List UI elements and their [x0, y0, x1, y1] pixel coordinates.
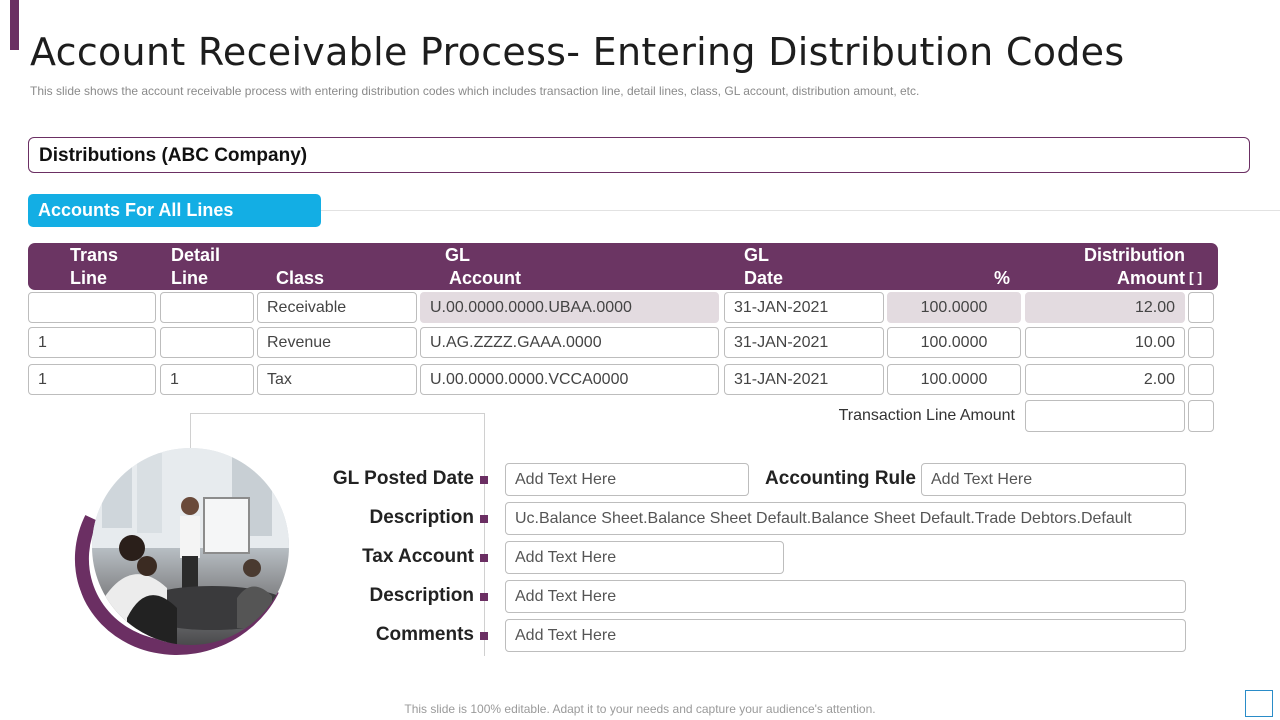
distributions-label: Distributions (ABC Company) — [39, 145, 308, 166]
th-distribution-amount: Distribution Amount — [1028, 244, 1185, 290]
description-label-1: Description — [369, 507, 474, 528]
th-gl-date-2: Date — [744, 268, 784, 288]
description-field-2[interactable]: Add Text Here — [505, 580, 1186, 613]
row3-class[interactable]: Tax — [257, 364, 417, 395]
th-percent: % — [994, 268, 1011, 288]
row1-class[interactable]: Receivable — [257, 292, 417, 323]
th-trans-line: Trans Line — [70, 244, 118, 290]
row1-select-box[interactable] — [1188, 292, 1214, 323]
th-trans-line-2: Line — [70, 268, 108, 288]
tax-account-label: Tax Account — [362, 546, 474, 567]
transaction-line-select-box[interactable] — [1188, 400, 1214, 432]
th-detail-line-1: Detail — [171, 245, 221, 265]
row1-gl-date[interactable]: 31-JAN-2021 — [724, 292, 884, 323]
tab-divider-line — [321, 210, 1280, 211]
row2-select-box[interactable] — [1188, 327, 1214, 358]
row2-percent[interactable]: 100.0000 — [887, 327, 1021, 358]
description-bullet-1 — [480, 515, 488, 523]
th-dist-amount-1: Distribution — [1084, 245, 1185, 265]
row2-detail-line[interactable] — [160, 327, 254, 358]
slide-subtitle: This slide shows the account receivable … — [30, 84, 920, 98]
row3-amount[interactable]: 2.00 — [1025, 364, 1185, 395]
th-gl-date: GL Date — [744, 244, 783, 290]
th-class: Class — [276, 268, 325, 288]
th-trans-line-1: Trans — [70, 245, 119, 265]
row3-gl-account[interactable]: U.00.0000.0000.VCCA0000 — [420, 364, 719, 395]
slide-title: Account Receivable Process- Entering Dis… — [30, 30, 1125, 74]
th-gl-account-1: GL — [445, 245, 470, 265]
connector-line-right — [484, 413, 485, 656]
row2-gl-account[interactable]: U.AG.ZZZZ.GAAA.0000 — [420, 327, 719, 358]
accounting-rule-field[interactable]: Add Text Here — [921, 463, 1186, 496]
description-label-2: Description — [369, 585, 474, 606]
comments-field[interactable]: Add Text Here — [505, 619, 1186, 652]
row2-amount[interactable]: 10.00 — [1025, 327, 1185, 358]
row1-trans-line[interactable] — [28, 292, 156, 323]
th-gl-account-2: Account — [449, 268, 521, 288]
tax-account-bullet — [480, 554, 488, 562]
row1-detail-line[interactable] — [160, 292, 254, 323]
th-bracket: [ ] — [1189, 269, 1203, 285]
row3-percent[interactable]: 100.0000 — [887, 364, 1021, 395]
th-detail-line-2: Line — [171, 268, 209, 288]
gl-posted-date-label: GL Posted Date — [332, 468, 474, 489]
th-dist-amount-2: Amount — [1117, 268, 1185, 288]
row1-gl-account[interactable]: U.00.0000.0000.UBAA.0000 — [420, 292, 719, 323]
row2-trans-line[interactable]: 1 — [28, 327, 156, 358]
comments-label: Comments — [375, 624, 474, 645]
th-gl-account: GL Account — [445, 244, 521, 290]
corner-frame-icon — [1245, 690, 1273, 717]
row3-select-box[interactable] — [1188, 364, 1214, 395]
th-detail-line: Detail Line — [171, 244, 220, 290]
tax-account-field[interactable]: Add Text Here — [505, 541, 784, 574]
row3-trans-line[interactable]: 1 — [28, 364, 156, 395]
row2-gl-date[interactable]: 31-JAN-2021 — [724, 327, 884, 358]
accounting-rule-label: Accounting Rule — [765, 468, 916, 489]
transaction-line-amount-label: Transaction Line Amount — [838, 407, 1015, 424]
comments-bullet — [480, 632, 488, 640]
accounts-for-all-lines-tab[interactable]: Accounts For All Lines — [28, 194, 321, 227]
slide-footer: This slide is 100% editable. Adapt it to… — [404, 702, 876, 716]
accounts-tab-label: Accounts For All Lines — [38, 200, 234, 220]
row3-gl-date[interactable]: 31-JAN-2021 — [724, 364, 884, 395]
connector-line-top — [190, 413, 485, 414]
transaction-line-amount-field[interactable] — [1025, 400, 1185, 432]
connector-line-left — [190, 413, 191, 448]
row3-detail-line[interactable]: 1 — [160, 364, 254, 395]
description-bullet-2 — [480, 593, 488, 601]
distributions-header-box: Distributions (ABC Company) — [28, 137, 1250, 173]
row1-amount[interactable]: 12.00 — [1025, 292, 1185, 323]
gl-posted-date-bullet — [480, 476, 488, 484]
table-header: Trans Line Detail Line Class GL Account … — [28, 243, 1218, 290]
th-gl-date-1: GL — [744, 245, 769, 265]
row1-percent[interactable]: 100.0000 — [887, 292, 1021, 323]
description-field-1[interactable]: Uc.Balance Sheet.Balance Sheet Default.B… — [505, 502, 1186, 535]
title-accent-bar — [10, 0, 19, 50]
row2-class[interactable]: Revenue — [257, 327, 417, 358]
